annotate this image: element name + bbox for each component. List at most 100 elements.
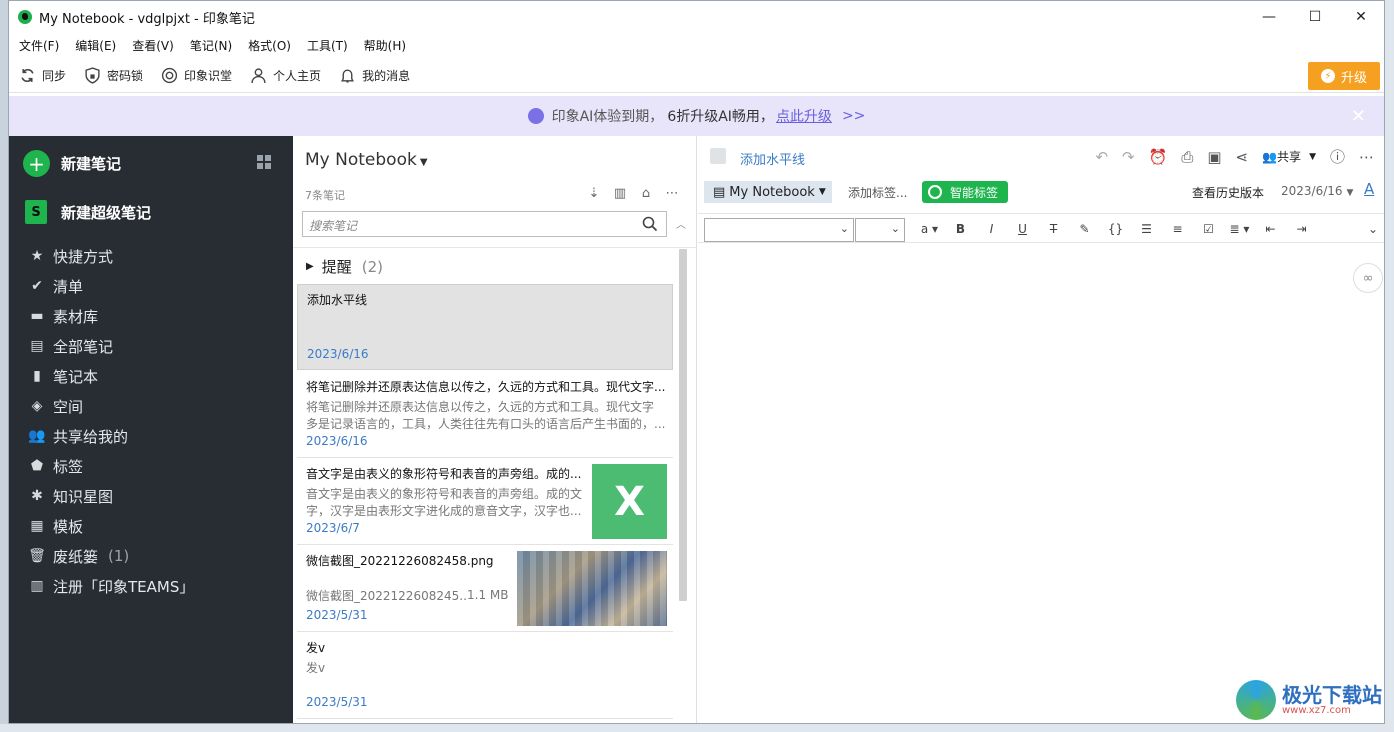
link-icon[interactable]: ∞ bbox=[1353, 263, 1383, 293]
undo-icon[interactable]: ↶ bbox=[1095, 148, 1108, 166]
sidebar-item-checklist[interactable]: ✔ 清单 bbox=[29, 271, 194, 301]
minimize-button[interactable]: — bbox=[1246, 1, 1292, 33]
outdent-icon[interactable]: ⇤ bbox=[1255, 222, 1286, 236]
class-button[interactable]: 印象识堂 bbox=[161, 67, 232, 84]
note-card[interactable]: 音文字是由表义的象形符号和表音的声旁组。成的... 音文字是由表义的象形符号和表… bbox=[297, 459, 673, 545]
menu-view[interactable]: 查看(V) bbox=[132, 37, 174, 54]
menu-edit[interactable]: 编辑(E) bbox=[75, 37, 116, 54]
font-size-select[interactable]: ⌄ bbox=[855, 218, 905, 242]
note-card[interactable]: 发v 发v 2023/5/31 bbox=[297, 633, 673, 719]
code-block-icon[interactable]: {} bbox=[1100, 222, 1131, 236]
note-date: 2023/6/16 bbox=[307, 347, 369, 361]
sidebar-item-knowledge-graph[interactable]: ✱ 知识星图 bbox=[29, 481, 194, 511]
align-icon[interactable]: ≣ ▾ bbox=[1224, 222, 1255, 236]
sidebar-item-teams[interactable]: ▥ 注册「印象TEAMS」 bbox=[29, 571, 194, 601]
note-snippet: 将笔记删除并还原表达信息以传之，久远的方式和工具。现代文字 多是记录语言的，工具… bbox=[306, 399, 668, 433]
menu-format[interactable]: 格式(O) bbox=[248, 37, 291, 54]
add-tag-input[interactable]: 添加标签... bbox=[848, 184, 907, 201]
menu-note[interactable]: 笔记(N) bbox=[190, 37, 232, 54]
sort-icon[interactable]: ⇣ bbox=[586, 185, 602, 201]
upgrade-button[interactable]: ⚡ 升级 bbox=[1308, 62, 1380, 90]
sidebar-item-templates[interactable]: ▦ 模板 bbox=[29, 511, 194, 541]
banner-close-icon[interactable]: ✕ bbox=[1351, 106, 1366, 127]
class-icon bbox=[161, 67, 178, 84]
format-toolbar: ⌄ ⌄ a ▾ B I U T ✎ {} ☰ ≡ ☑ ≣ ▾ ⇤ ⇥ ⌄ bbox=[698, 213, 1384, 243]
sidebar-item-notebooks[interactable]: ▮ 笔记本 bbox=[29, 361, 194, 391]
format-buttons: a ▾ B I U T ✎ {} ☰ ≡ ☑ ≣ ▾ ⇤ ⇥ bbox=[914, 222, 1317, 236]
present-icon[interactable]: ▣ bbox=[1207, 148, 1221, 166]
bullet-list-icon[interactable]: ☰ bbox=[1131, 222, 1162, 236]
share-nodes-icon[interactable]: ⋖ bbox=[1236, 148, 1249, 166]
messages-label: 我的消息 bbox=[362, 69, 411, 83]
new-note-button[interactable]: + 新建笔记 bbox=[23, 150, 121, 177]
sidebar-item-label: 共享给我的 bbox=[53, 427, 129, 446]
new-super-note-button[interactable]: S 新建超级笔记 bbox=[25, 200, 151, 224]
highlight-icon[interactable]: ✎ bbox=[1069, 222, 1100, 236]
menu-file[interactable]: 文件(F) bbox=[19, 37, 59, 54]
messages-button[interactable]: 我的消息 bbox=[339, 67, 410, 84]
close-button[interactable]: ✕ bbox=[1338, 1, 1384, 33]
sidebar-item-spaces[interactable]: ◈ 空间 bbox=[29, 391, 194, 421]
notebook-title-dropdown[interactable]: My Notebook ▼ bbox=[305, 150, 428, 170]
menu-help[interactable]: 帮助(H) bbox=[364, 37, 406, 54]
view-mode-icon[interactable]: ▥ bbox=[612, 185, 628, 201]
menu-bar: 文件(F) 编辑(E) 查看(V) 笔记(N) 格式(O) 工具(T) 帮助(H… bbox=[9, 33, 1384, 57]
font-family-select[interactable]: ⌄ bbox=[704, 218, 854, 242]
numbered-list-icon[interactable]: ≡ bbox=[1162, 222, 1193, 236]
caret-down-icon: ▼ bbox=[818, 187, 826, 197]
redo-icon[interactable]: ↷ bbox=[1122, 148, 1135, 166]
sidebar-item-all-notes[interactable]: ▤ 全部笔记 bbox=[29, 331, 194, 361]
note-snippet: 发v bbox=[306, 661, 326, 675]
italic-icon[interactable]: I bbox=[976, 222, 1007, 236]
search-input[interactable]: 搜索笔记 bbox=[302, 211, 667, 237]
smart-tag-button[interactable]: 智能标签 bbox=[922, 181, 1008, 203]
sidebar-item-shared[interactable]: 👥 共享给我的 bbox=[28, 421, 194, 451]
sidebar-item-materials[interactable]: ▬ 素材库 bbox=[29, 301, 194, 331]
reminder-section[interactable]: ▶ 提醒 (2) bbox=[306, 256, 383, 277]
info-icon[interactable]: ⓘ bbox=[1330, 146, 1345, 167]
excel-thumbnail-icon: X bbox=[592, 464, 667, 539]
scroll-up-icon[interactable]: ︿ bbox=[676, 216, 686, 231]
note-card[interactable]: 将笔记删除并还原表达信息以传之，久远的方式和工具。现代文字... 将笔记删除并还… bbox=[297, 372, 673, 458]
notebook-title: My Notebook bbox=[305, 150, 417, 170]
alarm-clock-icon[interactable]: ⏰ bbox=[1149, 148, 1168, 166]
chevron-down-icon: ⌄ bbox=[839, 222, 849, 235]
more-icon[interactable]: ⋯ bbox=[664, 185, 680, 201]
search-icon[interactable] bbox=[642, 216, 658, 232]
bolt-icon: ⚡ bbox=[1320, 69, 1335, 83]
sidebar-item-shortcuts[interactable]: ★ 快捷方式 bbox=[29, 241, 194, 271]
profile-button[interactable]: 个人主页 bbox=[250, 67, 321, 84]
more-icon[interactable]: ⋯ bbox=[1359, 148, 1374, 166]
view-history-link[interactable]: 查看历史版本 bbox=[1192, 184, 1264, 201]
note-date-dropdown[interactable]: 2023/6/16 ▼ bbox=[1281, 184, 1353, 198]
bold-icon[interactable]: B bbox=[945, 222, 976, 236]
note-card[interactable]: 添加水平线 2023/6/16 bbox=[297, 284, 673, 370]
sync-button[interactable]: 同步 bbox=[19, 67, 66, 84]
main-toolbar: 同步 密码锁 印象识堂 个人主页 我的消息 ⚡ 升级 bbox=[9, 59, 1384, 93]
banner-upgrade-link[interactable]: 点此升级 bbox=[776, 106, 832, 126]
font-style-icon[interactable]: A bbox=[1364, 180, 1374, 198]
expand-toolbar-icon[interactable]: ⌄ bbox=[1368, 222, 1378, 236]
sidebar-item-label: 空间 bbox=[53, 397, 84, 416]
menu-tools[interactable]: 工具(T) bbox=[307, 37, 348, 54]
editor-note-title[interactable]: 添加水平线 bbox=[740, 149, 805, 168]
notebook-selector[interactable]: ▤ My Notebook ▼ bbox=[704, 181, 832, 203]
banner-arrows[interactable]: >> bbox=[842, 108, 865, 124]
check-icon: ✔ bbox=[31, 278, 43, 294]
print-icon[interactable]: ⎙ bbox=[1181, 148, 1193, 166]
text-color-icon[interactable]: a ▾ bbox=[914, 222, 945, 236]
share-button[interactable]: 👥 共享 ▼ bbox=[1262, 148, 1316, 165]
checkbox-list-icon[interactable]: ☑ bbox=[1193, 222, 1224, 236]
grid-view-icon[interactable] bbox=[257, 155, 271, 169]
note-card[interactable]: 微信截图_20221226082458.png 微信截图_20221226082… bbox=[297, 546, 673, 632]
expand-triangle-icon: ▶ bbox=[306, 261, 314, 272]
sidebar-item-tags[interactable]: ⬟ 标签 bbox=[29, 451, 194, 481]
filter-tag-icon[interactable]: ⌂ bbox=[638, 185, 654, 201]
indent-icon[interactable]: ⇥ bbox=[1286, 222, 1317, 236]
note-list-scrollbar[interactable] bbox=[679, 249, 687, 601]
password-lock-button[interactable]: 密码锁 bbox=[84, 67, 143, 84]
maximize-button[interactable]: ☐ bbox=[1292, 1, 1338, 33]
sidebar-item-trash[interactable]: 🗑 废纸篓 (1) bbox=[28, 541, 194, 571]
underline-icon[interactable]: U bbox=[1007, 222, 1038, 236]
strikethrough-icon[interactable]: T bbox=[1038, 222, 1069, 236]
